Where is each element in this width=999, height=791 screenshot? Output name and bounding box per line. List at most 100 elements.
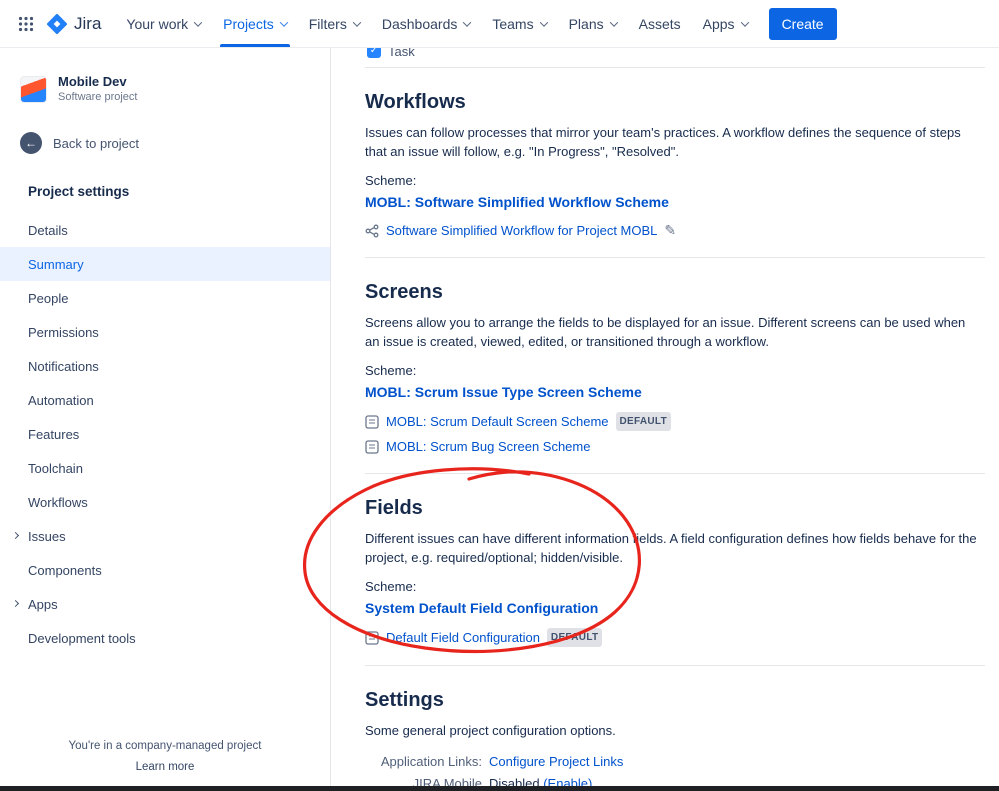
chevron-down-icon (463, 17, 472, 27)
sidebar-item-label: Issues (28, 528, 66, 544)
back-to-project-link[interactable]: ← Back to project (0, 132, 330, 154)
field-configuration-scheme-link[interactable]: System Default Field Configuration (365, 600, 598, 616)
sidebar-item-issues[interactable]: Issues (0, 519, 330, 553)
sidebar-item-features[interactable]: Features (0, 417, 330, 451)
nav-assets[interactable]: Assets (628, 0, 692, 47)
nav-apps[interactable]: Apps (692, 0, 759, 47)
workflows-title: Workflows (365, 91, 466, 113)
section-screens: Screens Screens allow you to arrange the… (365, 258, 985, 473)
scheme-label: Scheme: (365, 363, 417, 378)
jira-logo[interactable]: Jira (46, 13, 101, 35)
sidebar-item-label: Details (28, 222, 68, 238)
chevron-right-icon (11, 599, 20, 608)
workflows-description: Issues can follow processes that mirror … (365, 125, 961, 159)
jira-project-settings-page: Jira Your work Projects Filters Dashboar… (0, 0, 999, 791)
default-badge: DEFAULT (615, 412, 671, 431)
chevron-right-icon (11, 531, 20, 540)
field-config-icon (365, 630, 379, 645)
screen-icon (365, 439, 379, 454)
chevron-down-icon (279, 17, 288, 27)
workflow-link[interactable]: Software Simplified Workflow for Project… (386, 222, 657, 239)
summary-content: ✓ Task Workflows Issues can follow proce… (331, 44, 999, 791)
fields-title: Fields (365, 497, 423, 519)
screen-scheme-item: MOBL: Scrum Bug Screen Scheme (365, 438, 985, 455)
nav-filters[interactable]: Filters (298, 0, 371, 47)
window-bottom-edge (0, 786, 999, 791)
fields-description: Different issues can have different info… (365, 531, 977, 565)
section-settings: Settings Some general project configurat… (365, 666, 985, 791)
learn-more-link[interactable]: Learn more (136, 761, 195, 773)
sidebar-item-automation[interactable]: Automation (0, 383, 330, 417)
back-to-project-label: Back to project (53, 135, 139, 151)
section-fields: Fields Different issues can have differe… (365, 474, 985, 665)
nav-dashboards[interactable]: Dashboards (371, 0, 482, 47)
nav-item-label: Apps (702, 15, 735, 32)
screens-description: Screens allow you to arrange the fields … (365, 315, 966, 349)
nav-item-label: Teams (492, 15, 534, 32)
setting-row-application-links: Application Links: Configure Project Lin… (365, 752, 985, 772)
screen-scheme-item-link[interactable]: MOBL: Scrum Default Screen Scheme (386, 413, 609, 430)
sidebar-item-people[interactable]: People (0, 281, 330, 315)
project-type: Software project (58, 91, 138, 103)
workflow-scheme-link[interactable]: MOBL: Software Simplified Workflow Schem… (365, 194, 669, 210)
sidebar-item-label: Permissions (28, 324, 99, 340)
sidebar-item-details[interactable]: Details (0, 213, 330, 247)
scheme-label: Scheme: (365, 579, 417, 594)
sidebar-item-workflows[interactable]: Workflows (0, 485, 330, 519)
screen-icon (365, 414, 379, 429)
sidebar-item-label: Workflows (28, 494, 88, 510)
workflow-item: Software Simplified Workflow for Project… (365, 222, 985, 239)
chevron-down-icon (740, 17, 749, 27)
chevron-down-icon (193, 17, 203, 27)
project-header: Mobile Dev Software project (0, 74, 330, 104)
settings-description: Some general project configuration optio… (365, 723, 616, 738)
field-configuration-link[interactable]: Default Field Configuration (386, 629, 540, 646)
scheme-label: Scheme: (365, 173, 417, 188)
back-arrow-icon: ← (20, 132, 42, 154)
sidebar-item-label: Automation (28, 392, 94, 408)
sidebar-item-label: People (28, 290, 69, 306)
section-workflows: Workflows Issues can follow processes th… (365, 68, 985, 257)
jira-logo-icon (46, 13, 68, 34)
chevron-down-icon (609, 17, 618, 27)
nav-item-label: Your work (126, 15, 189, 32)
nav-item-label: Filters (308, 15, 347, 32)
nav-plans[interactable]: Plans (558, 0, 628, 47)
configure-project-links[interactable]: Configure Project Links (489, 752, 623, 772)
sidebar-item-label: Notifications (28, 358, 99, 374)
nav-item-label: Assets (638, 15, 681, 32)
sidebar-item-label: Features (28, 426, 80, 442)
default-badge: DEFAULT (546, 628, 603, 647)
page-body: Mobile Dev Software project ← Back to pr… (0, 44, 999, 791)
managed-project-note: You're in a company-managed project (68, 740, 262, 752)
sidebar-item-notifications[interactable]: Notifications (0, 349, 330, 383)
nav-item-label: Plans (568, 15, 604, 32)
sidebar-item-label: Development tools (28, 630, 136, 646)
sidebar-item-label: Components (28, 562, 102, 578)
sidebar-item-apps[interactable]: Apps (0, 587, 330, 621)
sidebar-item-components[interactable]: Components (0, 553, 330, 587)
sidebar-item-label: Toolchain (28, 460, 83, 476)
settings-menu: Project settings Details Summary People … (0, 184, 330, 655)
nav-item-label: Projects (223, 15, 274, 32)
edit-pencil-icon[interactable]: ✎ (664, 222, 676, 239)
field-configuration-item: Default Field Configuration DEFAULT (365, 628, 985, 647)
screen-scheme-link[interactable]: MOBL: Scrum Issue Type Screen Scheme (365, 384, 642, 400)
grid-icon (18, 16, 34, 31)
sidebar-item-summary[interactable]: Summary (0, 247, 330, 281)
nav-your-work[interactable]: Your work (115, 0, 212, 47)
project-name: Mobile Dev (58, 74, 127, 89)
project-avatar (20, 75, 47, 103)
sidebar-item-development-tools[interactable]: Development tools (0, 621, 330, 655)
chevron-down-icon (539, 17, 548, 27)
sidebar-item-toolchain[interactable]: Toolchain (0, 451, 330, 485)
screen-scheme-item-link[interactable]: MOBL: Scrum Bug Screen Scheme (386, 438, 590, 455)
create-button[interactable]: Create (768, 7, 837, 40)
sidebar-item-permissions[interactable]: Permissions (0, 315, 330, 349)
nav-teams[interactable]: Teams (481, 0, 557, 47)
app-switcher-icon[interactable] (10, 8, 42, 40)
nav-projects[interactable]: Projects (212, 0, 298, 47)
sidebar-item-label: Apps (28, 596, 58, 612)
screen-scheme-item: MOBL: Scrum Default Screen Scheme DEFAUL… (365, 412, 985, 431)
nav-item-label: Dashboards (381, 15, 458, 32)
